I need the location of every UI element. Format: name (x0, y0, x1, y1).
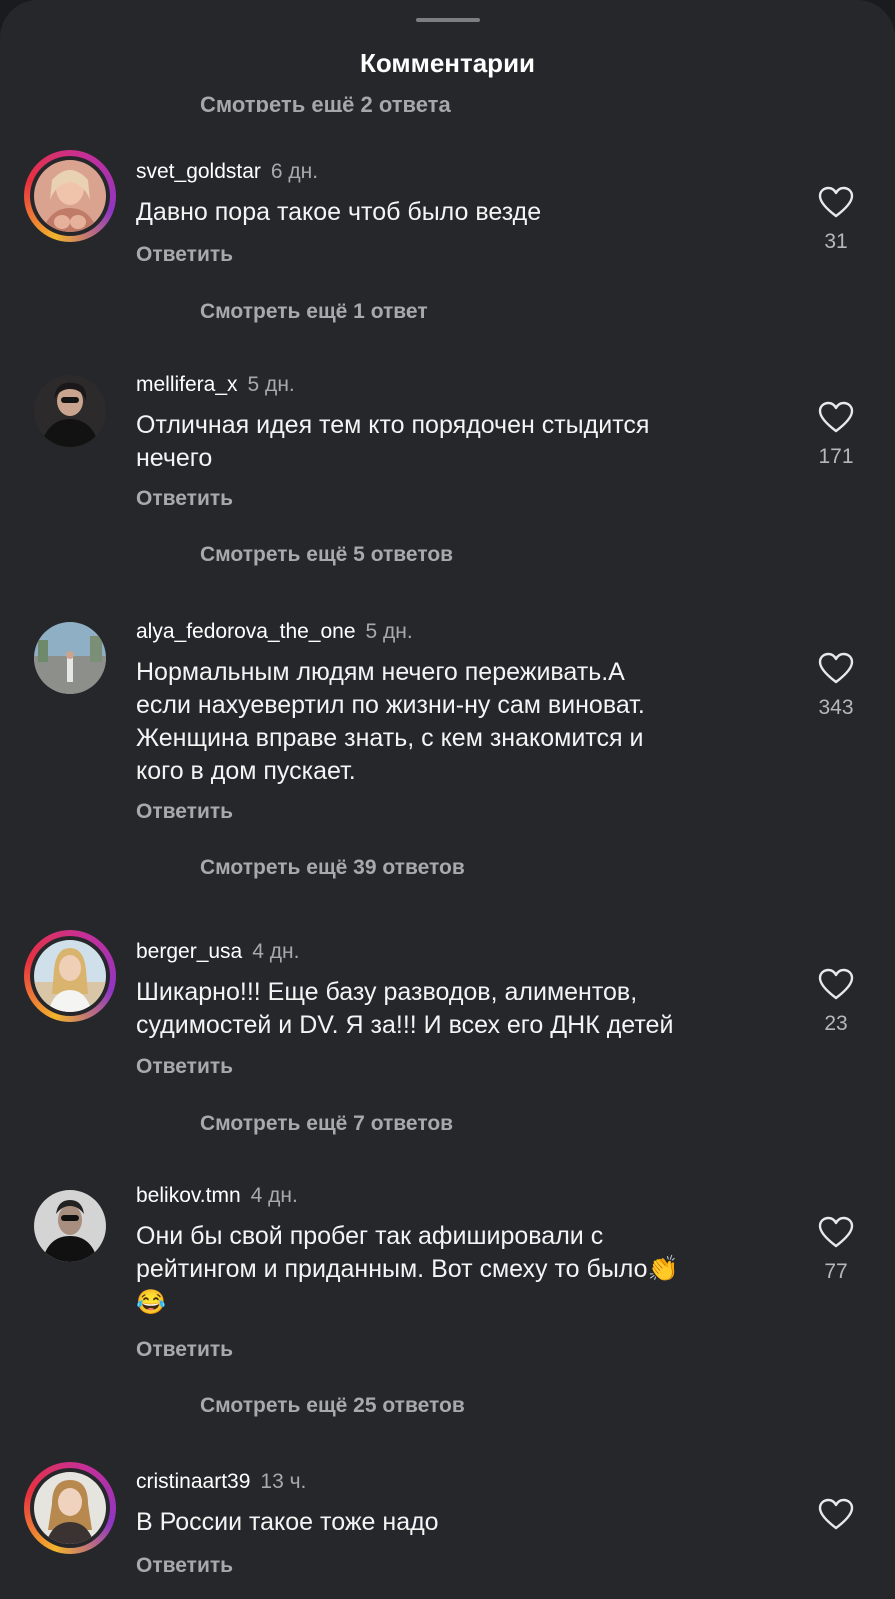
like-count: 23 (824, 1012, 848, 1035)
comment-text: Давно пора такое чтоб было везде (136, 196, 776, 229)
comment-username[interactable]: belikov.tmn (136, 1184, 241, 1207)
avatar (34, 375, 106, 447)
drag-handle[interactable] (416, 18, 480, 22)
heart-icon[interactable] (818, 186, 854, 218)
comment-text-line: Шикарно!!! Еще базу разводов, алиментов, (136, 978, 638, 1006)
avatar-container[interactable] (24, 1180, 116, 1272)
comment-text: Нормальным людям нечего переживать.А есл… (136, 656, 776, 788)
view-more-replies[interactable]: Смотреть ещё 1 ответ (200, 300, 428, 324)
reply-button[interactable]: Ответить (136, 243, 233, 267)
comment-text-line: Нормальным людям нечего переживать.А (136, 658, 625, 686)
avatar (34, 1190, 106, 1262)
reply-button[interactable]: Ответить (136, 487, 233, 511)
heart-icon[interactable] (818, 652, 854, 684)
comment-text-line: Отличная идея тем кто порядочен стыдится (136, 411, 650, 439)
avatar (34, 622, 106, 694)
comment-timestamp: 5 дн. (247, 373, 295, 396)
comment-username[interactable]: svet_goldstar (136, 160, 261, 183)
avatar (34, 1472, 106, 1544)
comment-text-line: судимостей и DV. Я за!!! И всех его ДНК … (136, 1011, 674, 1039)
comment-text: Шикарно!!! Еще базу разводов, алиментов,… (136, 976, 776, 1042)
comment-text-line: 😂 (136, 1289, 166, 1316)
avatar-story-ring[interactable] (24, 1462, 116, 1554)
like-count: 343 (818, 696, 854, 719)
comment-username[interactable]: berger_usa (136, 940, 242, 963)
avatar-story-ring[interactable] (24, 150, 116, 242)
comment-text-line: Женщина вправе знать, с кем знакомится и (136, 724, 644, 752)
reply-button[interactable]: Ответить (136, 800, 233, 824)
view-more-replies[interactable]: Смотреть ещё 7 ответов (200, 1112, 453, 1136)
comment-timestamp: 6 дн. (270, 160, 319, 183)
heart-icon[interactable] (818, 1216, 854, 1248)
reply-button[interactable]: Ответить (136, 1055, 233, 1079)
reply-button[interactable]: Ответить (136, 1338, 233, 1362)
comment-username[interactable]: alya_fedorova_the_one (136, 620, 356, 643)
reply-button[interactable]: Ответить (136, 1554, 233, 1578)
like-count: 31 (824, 230, 848, 253)
avatar-container[interactable] (24, 612, 116, 704)
heart-icon[interactable] (818, 1498, 854, 1530)
view-more-replies-partial[interactable]: Смотреть ещё 2 ответа (0, 82, 895, 112)
comment-text: Они бы свой пробег так афишировали с рей… (136, 1220, 776, 1319)
comment-text-line: рейтингом и приданным. Вот смеху то было… (136, 1255, 679, 1283)
comment-username[interactable]: cristinaart39 (136, 1470, 250, 1493)
comment-text: Отличная идея тем кто порядочен стыдится… (136, 409, 776, 475)
comment-text-line: В России такое тоже надо (136, 1508, 439, 1536)
sheet-title: Комментарии (359, 48, 536, 78)
view-more-replies[interactable]: Смотреть ещё 5 ответов (200, 543, 453, 567)
comment-text-line: Они бы свой пробег так афишировали с (136, 1222, 604, 1250)
avatar (34, 940, 106, 1012)
comment-timestamp: 4 дн. (250, 1184, 298, 1207)
like-count: 77 (824, 1260, 848, 1283)
comment-timestamp: 13 ч. (260, 1470, 307, 1493)
comment-text-line: если нахуевертил по жизни-ну сам виноват… (136, 691, 645, 719)
view-more-replies-partial-label: Смотреть ещё 2 ответа (200, 92, 451, 112)
comment-timestamp: 5 дн. (365, 620, 413, 643)
heart-icon[interactable] (818, 401, 854, 433)
comment-timestamp: 4 дн. (252, 940, 300, 963)
comments-sheet: Комментарии Смотреть ещё 2 ответа svet_g… (0, 0, 895, 1599)
avatar-container[interactable] (24, 365, 116, 457)
comment-text-line: нечего (136, 444, 213, 472)
view-more-replies[interactable]: Смотреть ещё 25 ответов (200, 1394, 465, 1418)
comment-username[interactable]: mellifera_x (136, 373, 238, 396)
like-count: 171 (818, 445, 854, 468)
avatar-story-ring[interactable] (24, 930, 116, 1022)
heart-icon[interactable] (818, 968, 854, 1000)
view-more-replies[interactable]: Смотреть ещё 39 ответов (200, 856, 465, 880)
comment-text: В России такое тоже надо (136, 1506, 776, 1539)
avatar (34, 160, 106, 232)
comment-text-line: Давно пора такое чтоб было везде (136, 198, 542, 226)
comment-text-line: кого в дом пускает. (136, 757, 356, 785)
